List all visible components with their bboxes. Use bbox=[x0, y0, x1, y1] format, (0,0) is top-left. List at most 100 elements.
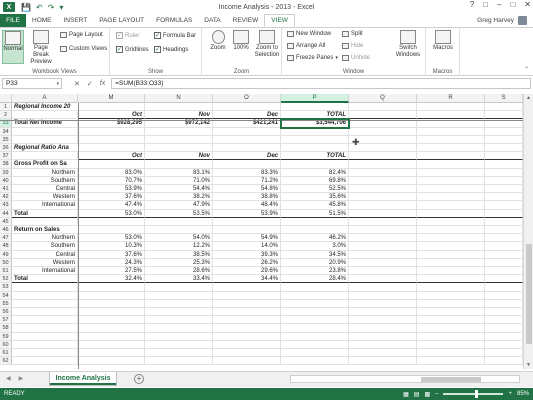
cell[interactable] bbox=[281, 324, 349, 333]
zoom-in-icon[interactable]: + bbox=[508, 391, 512, 397]
row-header[interactable]: 1 bbox=[0, 103, 12, 112]
horizontal-scrollbar[interactable] bbox=[290, 375, 520, 383]
cell[interactable] bbox=[78, 135, 145, 144]
cell[interactable]: 33.4% bbox=[145, 275, 213, 284]
cell[interactable] bbox=[485, 316, 523, 325]
row-header[interactable]: 52 bbox=[0, 275, 12, 284]
cell[interactable] bbox=[78, 340, 145, 349]
row-header[interactable]: 61 bbox=[0, 349, 12, 358]
cell[interactable] bbox=[349, 127, 417, 136]
cell[interactable] bbox=[78, 127, 145, 136]
cell[interactable] bbox=[349, 217, 417, 226]
cell[interactable] bbox=[213, 127, 281, 136]
cell[interactable] bbox=[417, 103, 485, 112]
cell[interactable] bbox=[213, 340, 281, 349]
cell[interactable] bbox=[349, 176, 417, 185]
normal-view-status-icon[interactable]: ▦ bbox=[403, 391, 409, 398]
cell[interactable] bbox=[417, 234, 485, 243]
cell[interactable] bbox=[349, 111, 417, 120]
cell[interactable]: Oct bbox=[78, 152, 145, 161]
cell[interactable]: Gross Profit on Sa bbox=[12, 160, 78, 169]
cell[interactable] bbox=[213, 283, 281, 292]
cell[interactable]: Total bbox=[12, 209, 78, 218]
scroll-thumb[interactable] bbox=[421, 377, 481, 382]
cell[interactable] bbox=[349, 291, 417, 300]
cell[interactable]: 39.3% bbox=[213, 250, 281, 259]
cell[interactable] bbox=[485, 217, 523, 226]
cell[interactable]: Return on Sales bbox=[12, 226, 78, 235]
cell[interactable] bbox=[213, 357, 281, 366]
row-header[interactable]: 45 bbox=[0, 217, 12, 226]
cell[interactable] bbox=[213, 135, 281, 144]
cell[interactable] bbox=[417, 316, 485, 325]
cell[interactable]: Western bbox=[12, 258, 78, 267]
cell[interactable] bbox=[78, 316, 145, 325]
cell[interactable] bbox=[349, 250, 417, 259]
user-account[interactable]: Greg Harvey bbox=[477, 14, 533, 27]
cell[interactable]: Western bbox=[12, 193, 78, 202]
cell[interactable] bbox=[349, 357, 417, 366]
cell[interactable] bbox=[145, 291, 213, 300]
cell[interactable] bbox=[281, 135, 349, 144]
page-layout-button[interactable]: Page Layout bbox=[60, 32, 103, 38]
cell[interactable] bbox=[349, 299, 417, 308]
row-header[interactable]: 42 bbox=[0, 193, 12, 202]
cell[interactable] bbox=[145, 324, 213, 333]
cell[interactable]: 45.8% bbox=[281, 201, 349, 210]
cell[interactable] bbox=[213, 103, 281, 112]
cell[interactable] bbox=[485, 111, 523, 120]
cell[interactable]: 25.3% bbox=[145, 258, 213, 267]
cell[interactable] bbox=[12, 217, 78, 226]
cell[interactable]: 26.2% bbox=[213, 258, 281, 267]
row-header[interactable]: 43 bbox=[0, 201, 12, 210]
cell[interactable] bbox=[417, 332, 485, 341]
cell[interactable] bbox=[12, 357, 78, 366]
cell[interactable] bbox=[281, 217, 349, 226]
cell[interactable] bbox=[349, 209, 417, 218]
cell[interactable]: Southern bbox=[12, 176, 78, 185]
switch-windows-button[interactable]: Switch Windows bbox=[392, 30, 424, 59]
cell[interactable] bbox=[485, 340, 523, 349]
cell[interactable] bbox=[12, 349, 78, 358]
freeze-panes-button[interactable]: Freeze Panes ▾ bbox=[287, 55, 338, 61]
cell[interactable] bbox=[281, 332, 349, 341]
cell[interactable] bbox=[78, 291, 145, 300]
cell[interactable] bbox=[485, 176, 523, 185]
cell[interactable] bbox=[485, 250, 523, 259]
cell[interactable] bbox=[145, 127, 213, 136]
cell[interactable]: 82.4% bbox=[281, 168, 349, 177]
cell[interactable] bbox=[145, 217, 213, 226]
column-header-o[interactable]: O bbox=[213, 94, 281, 103]
tab-home[interactable]: HOME bbox=[26, 14, 58, 27]
cell[interactable]: 47.9% bbox=[145, 201, 213, 210]
zoom-100-button[interactable]: 100% bbox=[231, 30, 251, 52]
cell[interactable] bbox=[12, 324, 78, 333]
row-header[interactable]: 57 bbox=[0, 316, 12, 325]
cell[interactable] bbox=[213, 308, 281, 317]
next-sheet-icon[interactable]: ▶ bbox=[19, 375, 24, 382]
cell[interactable] bbox=[12, 111, 78, 120]
page-break-status-icon[interactable]: ▩ bbox=[424, 391, 430, 398]
cell[interactable] bbox=[145, 135, 213, 144]
arrange-all-button[interactable]: Arrange All bbox=[287, 43, 325, 49]
cell[interactable]: 83.1% bbox=[145, 168, 213, 177]
cell[interactable] bbox=[349, 283, 417, 292]
row-header[interactable]: 2 bbox=[0, 111, 12, 120]
cell[interactable] bbox=[145, 299, 213, 308]
cell[interactable]: 20.9% bbox=[281, 258, 349, 267]
cell[interactable] bbox=[349, 316, 417, 325]
cell[interactable] bbox=[485, 357, 523, 366]
cell[interactable] bbox=[485, 349, 523, 358]
formula-input[interactable]: =SUM(B33:O33) bbox=[111, 78, 531, 89]
row-header[interactable]: 44 bbox=[0, 209, 12, 218]
cell[interactable] bbox=[12, 283, 78, 292]
cell[interactable]: Northern bbox=[12, 234, 78, 243]
column-header-r[interactable]: R bbox=[417, 94, 485, 103]
cell[interactable] bbox=[349, 234, 417, 243]
cell[interactable] bbox=[349, 258, 417, 267]
customize-icon[interactable]: ▾ bbox=[59, 3, 63, 12]
cell[interactable]: International bbox=[12, 267, 78, 276]
cell[interactable] bbox=[417, 324, 485, 333]
cell[interactable]: 83.0% bbox=[78, 168, 145, 177]
cell[interactable] bbox=[417, 299, 485, 308]
